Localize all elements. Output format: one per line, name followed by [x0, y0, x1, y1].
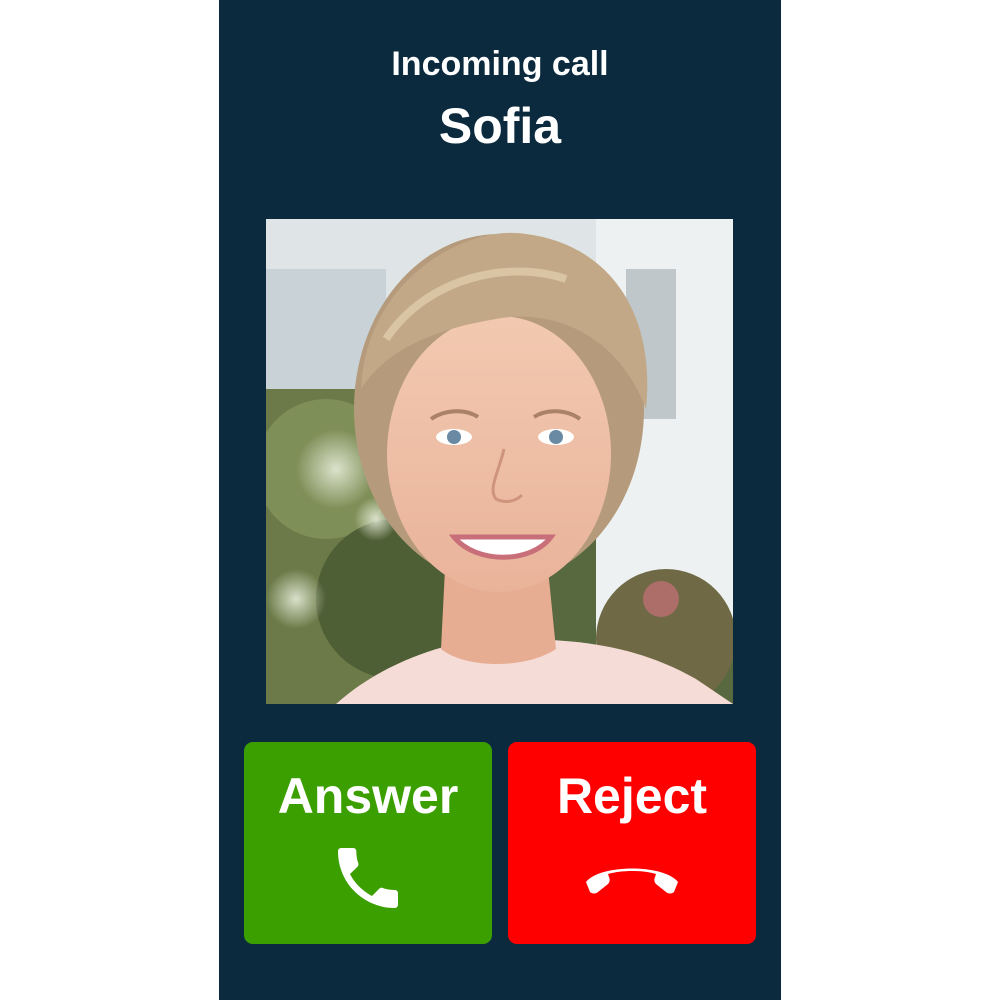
hang-up-icon: [508, 838, 756, 918]
answer-label: Answer: [277, 768, 459, 824]
caller-photo: [266, 219, 733, 704]
caller-name: Sofia: [438, 98, 562, 154]
incoming-call-screen: Incoming call Sofia Answer Reject: [219, 0, 781, 1000]
answer-button[interactable]: Answer: [244, 742, 492, 944]
reject-label: Reject: [556, 768, 708, 824]
phone-icon: [244, 838, 492, 918]
reject-button[interactable]: Reject: [508, 742, 756, 944]
call-status-label: Incoming call: [391, 45, 609, 83]
